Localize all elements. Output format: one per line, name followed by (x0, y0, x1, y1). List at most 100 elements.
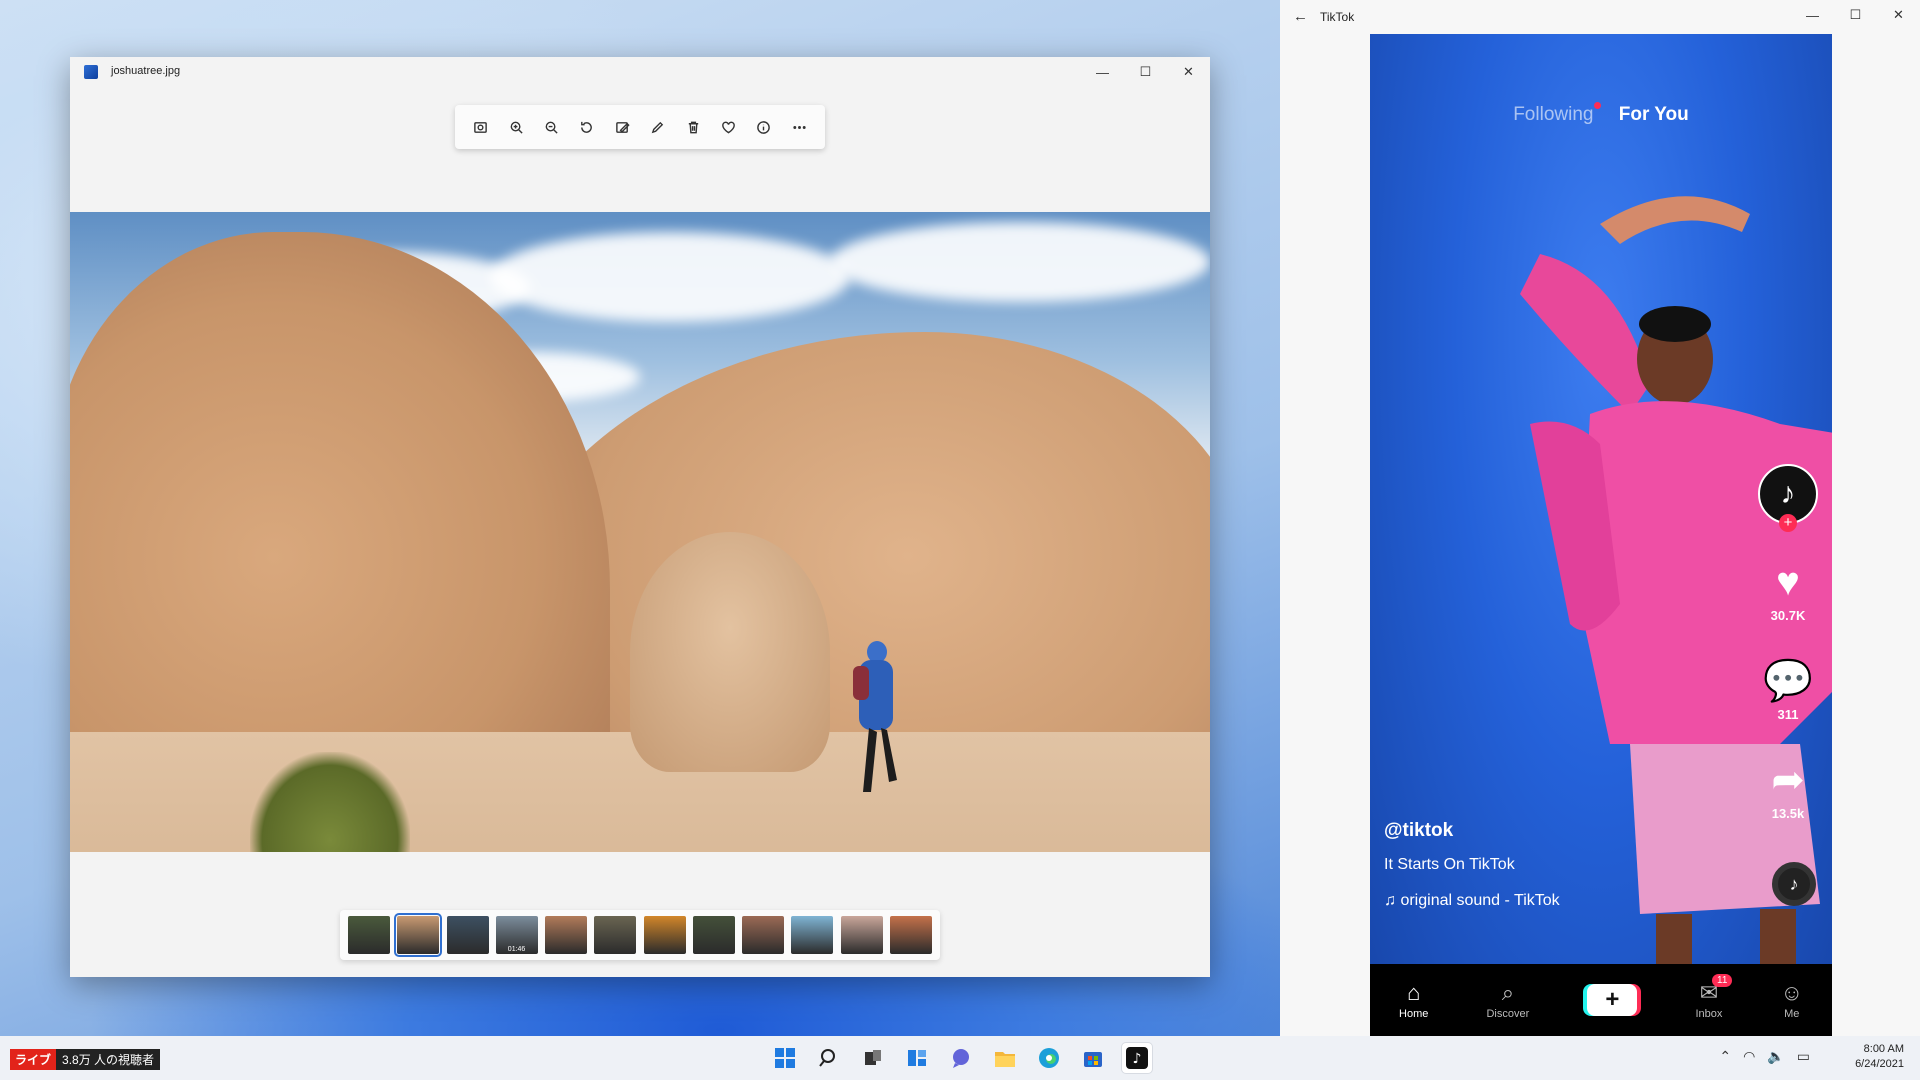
edge-icon[interactable] (1034, 1043, 1064, 1073)
zoom-in-icon[interactable] (503, 114, 529, 140)
sound-info[interactable]: ♫ original sound - TikTok (1384, 892, 1560, 910)
back-arrow-icon[interactable]: ← (1293, 8, 1308, 25)
sound-disc-icon[interactable]: ♪ (1772, 862, 1816, 906)
photo-rock-middle (630, 532, 830, 772)
favorite-icon[interactable] (715, 114, 741, 140)
filmstrip: 01:46 (340, 910, 940, 960)
photos-titlebar[interactable]: joshuatree.jpg — ☐ ✕ (70, 57, 1210, 87)
tiktok-titlebar[interactable]: ← TikTok — ☐ ✕ (1280, 0, 1920, 34)
crop-icon[interactable] (468, 114, 494, 140)
feed-tabs: Following For You (1370, 102, 1832, 126)
video-caption: It Starts On TikTok (1384, 856, 1515, 873)
comment-count: 311 (1777, 707, 1799, 722)
more-icon[interactable] (786, 114, 812, 140)
share-button[interactable]: ➦ 13.5k (1771, 760, 1805, 821)
share-arrow-icon: ➦ (1771, 758, 1805, 802)
tab-for-you[interactable]: For You (1619, 104, 1689, 125)
like-count: 30.7K (1770, 608, 1806, 623)
photo-viewer-image[interactable] (70, 212, 1210, 852)
filmstrip-thumbnail[interactable] (545, 916, 588, 954)
system-tray: ⌃ ◠ 🔈 ▭ (1719, 1048, 1810, 1065)
info-icon[interactable] (751, 114, 777, 140)
nav-me[interactable]: ☺ Me (1780, 980, 1802, 1020)
live-label: ライブ (10, 1049, 57, 1070)
filmstrip-thumbnail[interactable] (594, 916, 637, 954)
filmstrip-thumbnail[interactable] (742, 916, 785, 954)
filmstrip-thumbnail[interactable] (791, 916, 834, 954)
photo-hiker (853, 641, 897, 792)
create-plus-icon: + (1587, 984, 1638, 1016)
nav-home[interactable]: ⌂ Home (1399, 980, 1428, 1020)
tiktok-window-controls: — ☐ ✕ (1791, 0, 1920, 30)
sound-name: original sound - TikTok (1400, 892, 1560, 909)
minimize-button[interactable]: — (1081, 57, 1124, 87)
filmstrip-thumbnail[interactable] (394, 913, 443, 957)
battery-icon[interactable]: ▭ (1797, 1048, 1810, 1065)
delete-icon[interactable] (680, 114, 706, 140)
maximize-button[interactable]: ☐ (1124, 57, 1167, 87)
photo-bush (250, 752, 410, 852)
search-icon[interactable] (814, 1043, 844, 1073)
tab-following[interactable]: Following (1513, 102, 1602, 125)
filmstrip-thumbnail[interactable] (840, 916, 883, 954)
draw-icon[interactable] (645, 114, 671, 140)
home-icon: ⌂ (1407, 980, 1421, 1005)
video-duration: 01:46 (507, 946, 526, 953)
viewer-count: 3.8万 人の視聴者 (56, 1049, 161, 1070)
like-button[interactable]: ♥ 30.7K (1771, 562, 1806, 623)
photos-app-icon (84, 65, 98, 79)
clock-time: 8:00 AM (1863, 1043, 1904, 1055)
tab-following-label: Following (1513, 104, 1594, 125)
rotate-icon[interactable] (574, 114, 600, 140)
taskbar-clock[interactable]: 8:00 AM 6/24/2021 (1855, 1042, 1904, 1072)
tiktok-video[interactable]: Following For You ♪ + ♥ 30.7K 💬 311 ➦ 13… (1370, 34, 1832, 1036)
nav-inbox-label: Inbox (1695, 1008, 1723, 1020)
inbox-badge: 11 (1712, 974, 1733, 987)
creator-username[interactable]: @tiktok (1384, 820, 1453, 842)
start-windows-icon[interactable] (770, 1043, 800, 1073)
minimize-button[interactable]: — (1791, 0, 1834, 30)
comment-button[interactable]: 💬 311 (1763, 661, 1813, 722)
live-viewers-badge: ライブ 3.8万 人の視聴者 (10, 1049, 161, 1070)
task-view-icon[interactable] (858, 1043, 888, 1073)
filmstrip-thumbnail[interactable] (692, 916, 735, 954)
photos-window-controls: — ☐ ✕ (1081, 57, 1210, 87)
photo-cloud (490, 232, 850, 322)
follow-plus-icon[interactable]: + (1779, 514, 1797, 532)
tiktok-app-icon[interactable]: ♪ (1122, 1043, 1152, 1073)
chevron-up-icon[interactable]: ⌃ (1719, 1048, 1731, 1065)
nav-inbox[interactable]: ✉ 11 Inbox (1695, 974, 1733, 1020)
filmstrip-thumbnail[interactable] (643, 916, 686, 954)
edit-icon[interactable] (609, 114, 635, 140)
bottom-nav: ⌂ Home ⌕ Discover + ✉ 11 Inbox ☺ Me (1370, 964, 1832, 1036)
filmstrip-thumbnail[interactable] (446, 916, 489, 954)
tiktok-window: ← TikTok — ☐ ✕ Following For You ♪ + ♥ 3… (1280, 0, 1920, 1036)
maximize-button[interactable]: ☐ (1834, 0, 1877, 30)
widgets-icon[interactable] (902, 1043, 932, 1073)
creator-avatar[interactable]: ♪ + (1758, 464, 1818, 532)
nav-me-label: Me (1784, 1008, 1800, 1020)
photos-window-title: joshuatree.jpg (111, 65, 181, 77)
taskbar: ライブ 3.8万 人の視聴者 ♪ ⌃ ◠ 🔈 ▭ 8:00 AM 6/24/20… (0, 1036, 1920, 1080)
profile-icon: ☺ (1780, 980, 1803, 1005)
filmstrip-thumbnail[interactable] (889, 916, 932, 954)
tiktok-window-title: TikTok (1320, 10, 1355, 24)
nav-create[interactable]: + (1587, 984, 1638, 1016)
zoom-out-icon[interactable] (538, 114, 564, 140)
wifi-icon[interactable]: ◠ (1743, 1048, 1755, 1065)
nav-discover[interactable]: ⌕ Discover (1486, 980, 1529, 1020)
filmstrip-thumbnail[interactable] (348, 916, 390, 954)
close-button[interactable]: ✕ (1167, 57, 1210, 87)
search-icon: ⌕ (1501, 980, 1515, 1005)
chat-icon[interactable] (946, 1043, 976, 1073)
music-note-icon: ♫ (1384, 892, 1401, 909)
filmstrip-thumbnail[interactable]: 01:46 (495, 916, 538, 954)
new-content-dot (1594, 102, 1602, 109)
file-explorer-icon[interactable] (990, 1043, 1020, 1073)
comment-icon: 💬 (1763, 659, 1813, 703)
share-count: 13.5k (1771, 806, 1805, 821)
store-icon[interactable] (1078, 1043, 1108, 1073)
volume-icon[interactable]: 🔈 (1767, 1048, 1784, 1065)
close-button[interactable]: ✕ (1877, 0, 1920, 30)
nav-home-label: Home (1399, 1008, 1429, 1020)
